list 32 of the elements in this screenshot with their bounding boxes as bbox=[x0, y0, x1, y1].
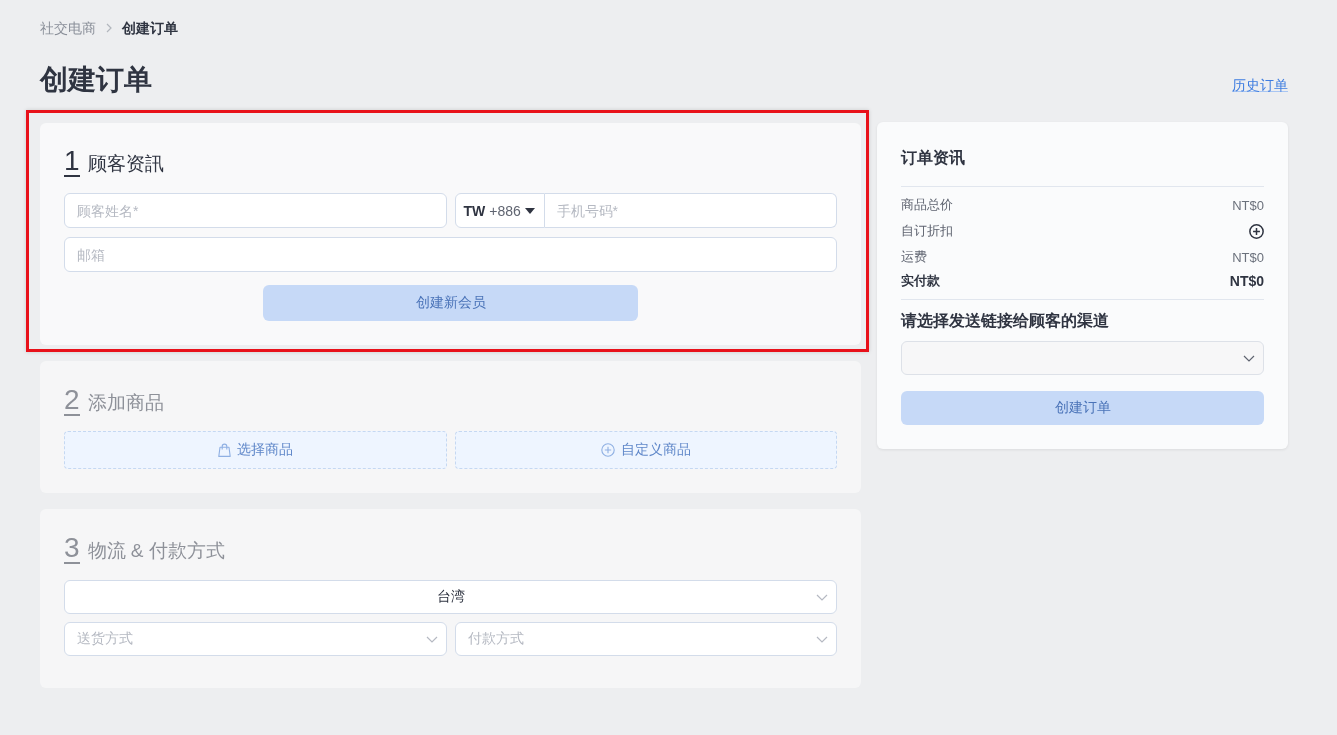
summary-title: 订单资讯 bbox=[901, 148, 966, 168]
country-code-select[interactable]: TW +886 bbox=[454, 193, 545, 228]
section-title: 顾客资訊 bbox=[87, 152, 164, 176]
summary-value: NT$0 bbox=[1229, 273, 1264, 289]
caret-down-icon bbox=[524, 207, 535, 214]
shopping-bag-icon bbox=[217, 443, 231, 457]
plus-circle-icon bbox=[600, 443, 615, 457]
chevron-down-icon bbox=[425, 635, 438, 643]
channel-prompt: 请选择发送链接给顾客的渠道 bbox=[901, 311, 1110, 331]
section-number: 2 bbox=[64, 386, 80, 416]
phone-field[interactable]: 手机号码* bbox=[544, 193, 837, 228]
chevron-right-icon bbox=[106, 23, 112, 33]
summary-label: 商品总价 bbox=[901, 196, 953, 214]
chevron-down-icon bbox=[816, 593, 828, 601]
history-orders-link[interactable]: 历史订单 bbox=[1232, 75, 1288, 95]
section-number: 1 bbox=[64, 147, 80, 177]
section-number: 3 bbox=[64, 534, 80, 564]
add-discount-icon[interactable] bbox=[1249, 223, 1264, 239]
summary-label: 实付款 bbox=[901, 272, 940, 290]
name-field[interactable]: 顾客姓名* bbox=[64, 193, 447, 228]
breadcrumb-item[interactable]: 社交电商 bbox=[40, 18, 96, 38]
page-title: 创建订单 bbox=[40, 63, 152, 97]
section-title: 物流 & 付款方式 bbox=[87, 539, 225, 563]
summary-value: NT$0 bbox=[1232, 197, 1264, 213]
summary-value: NT$0 bbox=[1232, 249, 1264, 265]
section-title: 添加商品 bbox=[87, 391, 164, 415]
email-field[interactable]: 邮箱 bbox=[64, 237, 837, 272]
chevron-down-icon bbox=[1243, 354, 1255, 362]
chevron-down-icon bbox=[816, 635, 828, 643]
summary-label: 运费 bbox=[901, 248, 927, 266]
summary-label: 自订折扣 bbox=[901, 222, 953, 240]
breadcrumb-item: 创建订单 bbox=[122, 19, 178, 38]
